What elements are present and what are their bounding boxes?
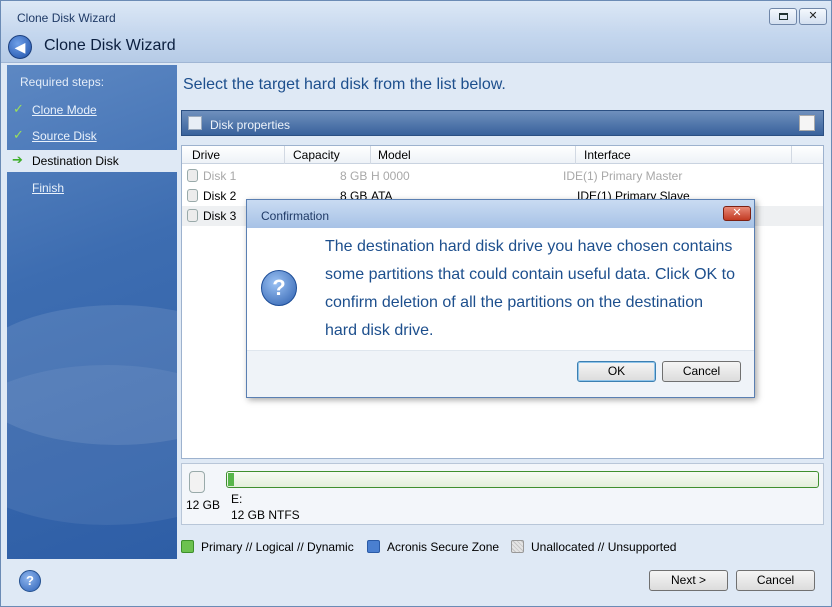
current-step-arrow-icon: ➔	[12, 152, 23, 167]
step-source-disk[interactable]: ✓ Source Disk	[7, 125, 177, 147]
column-divider[interactable]	[791, 146, 792, 164]
close-button[interactable]: ✕	[799, 8, 827, 25]
legend-swatch-unallocated	[511, 540, 524, 553]
ok-button[interactable]: OK	[577, 361, 656, 382]
column-divider[interactable]	[575, 146, 576, 164]
legend-swatch-primary	[181, 540, 194, 553]
restore-icon	[779, 13, 788, 20]
legend-label: Primary // Logical // Dynamic	[201, 540, 354, 554]
step-label: Clone Mode	[32, 103, 97, 117]
hard-disk-icon	[187, 189, 198, 202]
volume-filesystem: 12 GB NTFS	[231, 508, 300, 522]
volume-letter: E:	[231, 492, 243, 506]
checkmark-icon: ✓	[13, 127, 24, 142]
step-label: Finish	[32, 181, 65, 195]
legend-label: Unallocated // Unsupported	[531, 540, 677, 554]
dialog-title: Confirmation	[261, 209, 330, 223]
column-header-drive[interactable]: Drive	[192, 148, 220, 162]
confirmation-dialog: Confirmation ✕ ? The destination hard di…	[246, 199, 755, 398]
step-destination-disk[interactable]: ➔ Destination Disk	[7, 150, 177, 172]
dialog-button-bar: OK Cancel	[247, 350, 754, 397]
partition-used-fill	[228, 473, 234, 486]
partition-legend: Primary // Logical // Dynamic Acronis Se…	[181, 539, 821, 555]
column-header-capacity[interactable]: Capacity	[293, 148, 340, 162]
wizard-footer: ? Next > Cancel	[1, 561, 831, 606]
column-header-interface[interactable]: Interface	[584, 148, 631, 162]
disk-size: 12 GB	[186, 498, 221, 512]
step-clone-mode[interactable]: ✓ Clone Mode	[7, 99, 177, 121]
wizard-title: Clone Disk Wizard	[44, 37, 176, 54]
dialog-close-button[interactable]: ✕	[723, 206, 751, 221]
hard-disk-icon	[189, 471, 205, 493]
capacity-cell: 8 GB	[340, 169, 368, 183]
step-label: Destination Disk	[32, 154, 119, 168]
hard-disk-icon	[187, 209, 198, 222]
checkmark-icon: ✓	[13, 101, 24, 116]
legend-label: Acronis Secure Zone	[387, 540, 500, 554]
title-bar: Clone Disk Wizard ✕	[1, 1, 831, 31]
drive-cell: Disk 1	[203, 169, 237, 183]
wizard-header: ◀ Clone Disk Wizard	[1, 31, 831, 63]
partition-bar[interactable]	[226, 471, 819, 488]
column-header-model[interactable]: Model	[378, 148, 411, 162]
help-icon[interactable]: ?	[19, 570, 41, 592]
drive-cell: Disk 3	[203, 209, 237, 223]
properties-icon[interactable]	[799, 115, 815, 131]
model-cell: H 0000	[371, 169, 410, 183]
sidebar-decoration	[7, 365, 177, 525]
table-header: Drive Capacity Model Interface	[182, 146, 823, 164]
restore-button[interactable]	[769, 8, 797, 25]
close-icon: ✕	[808, 10, 818, 22]
back-arrow-icon[interactable]: ◀	[8, 35, 32, 59]
partition-layout: 12 GB E: 12 GB NTFS	[181, 463, 824, 525]
dialog-message: The destination hard disk drive you have…	[325, 238, 735, 339]
disk-properties-button[interactable]: Disk properties	[210, 118, 290, 132]
required-steps-heading: Required steps:	[20, 75, 105, 89]
window-title: Clone Disk Wizard	[17, 11, 116, 25]
next-button[interactable]: Next >	[649, 570, 728, 591]
hard-disk-icon	[187, 169, 198, 182]
dialog-cancel-button[interactable]: Cancel	[662, 361, 741, 382]
column-divider[interactable]	[284, 146, 285, 164]
column-divider[interactable]	[370, 146, 371, 164]
question-icon: ?	[261, 270, 297, 306]
step-finish[interactable]: Finish	[7, 177, 177, 199]
drive-cell: Disk 2	[203, 189, 237, 203]
cancel-button[interactable]: Cancel	[736, 570, 815, 591]
legend-swatch-secure-zone	[367, 540, 380, 553]
steps-sidebar: Required steps: ✓ Clone Mode ✓ Source Di…	[7, 65, 177, 559]
interface-cell: IDE(1) Primary Master	[563, 169, 683, 183]
dialog-title-bar: Confirmation ✕	[247, 200, 754, 228]
table-row[interactable]: Disk 1 8 GB H 0000 IDE(1) Primary Master	[182, 166, 823, 186]
disk-properties-icon	[188, 116, 202, 130]
step-label: Source Disk	[32, 129, 97, 143]
disk-toolbar: Disk properties	[181, 110, 824, 136]
page-prompt: Select the target hard disk from the lis…	[183, 76, 506, 93]
